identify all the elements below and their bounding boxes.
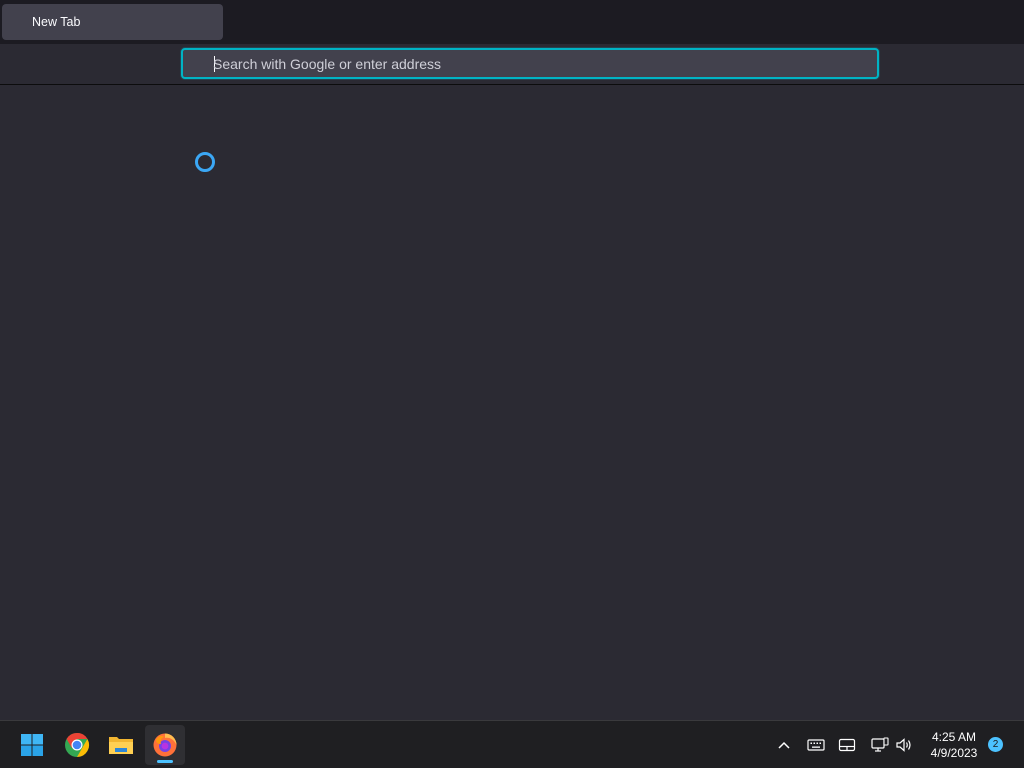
url-bar[interactable] bbox=[181, 48, 879, 79]
page-content bbox=[0, 86, 1024, 720]
firefox-taskbar-button[interactable] bbox=[145, 725, 185, 765]
notification-badge[interactable]: 2 bbox=[988, 737, 1003, 752]
network-tray-button[interactable] bbox=[870, 735, 890, 755]
tab-strip: New Tab bbox=[0, 0, 1024, 44]
clock[interactable]: 4:25 AM 4/9/2023 bbox=[922, 729, 986, 761]
chevron-up-icon bbox=[778, 741, 790, 749]
touchpad-icon bbox=[838, 738, 856, 752]
file-explorer-icon bbox=[109, 737, 133, 754]
browser-window: New Tab bbox=[0, 0, 1024, 720]
file-explorer-taskbar-button[interactable] bbox=[101, 725, 141, 765]
keyboard-tray-button[interactable] bbox=[806, 735, 826, 755]
chrome-taskbar-button[interactable] bbox=[57, 725, 97, 765]
touchpad-tray-button[interactable] bbox=[837, 735, 857, 755]
navigation-toolbar bbox=[0, 44, 1024, 85]
volume-icon bbox=[896, 738, 911, 752]
tab-title: New Tab bbox=[32, 15, 81, 29]
start-icon bbox=[21, 734, 43, 756]
volume-tray-button[interactable] bbox=[894, 735, 914, 755]
clock-date: 4/9/2023 bbox=[930, 746, 978, 760]
address-input[interactable] bbox=[213, 50, 853, 77]
tab-new-tab[interactable]: New Tab bbox=[2, 4, 223, 40]
network-icon bbox=[871, 737, 889, 752]
show-hidden-icons-button[interactable] bbox=[774, 735, 794, 755]
chrome-icon bbox=[65, 733, 90, 757]
clock-time: 4:25 AM bbox=[931, 730, 977, 744]
keyboard-icon bbox=[807, 739, 825, 751]
firefox-icon bbox=[153, 733, 177, 757]
loading-spinner-icon bbox=[195, 152, 215, 172]
active-app-indicator bbox=[157, 760, 173, 763]
taskbar: 4:25 AM 4/9/2023 2 bbox=[0, 720, 1024, 768]
start-button[interactable] bbox=[12, 725, 52, 765]
